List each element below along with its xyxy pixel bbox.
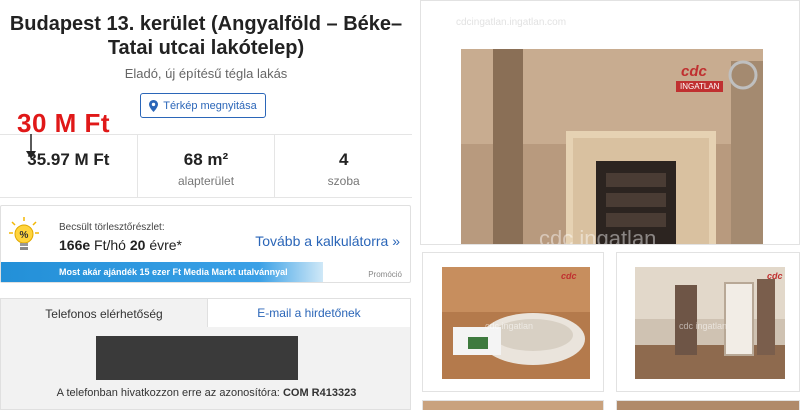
- area-stat: 68 m² alapterület: [138, 135, 276, 197]
- reference-note: A telefonban hivatkozzon erre az azonosí…: [1, 387, 412, 399]
- loan-estimate-value: 166e Ft/hó 20 évre*: [59, 237, 182, 253]
- price-stat: 35.97 M Ft: [0, 135, 138, 197]
- loan-years: 20: [129, 237, 146, 253]
- rooms-stat: 4 szoba: [275, 135, 412, 197]
- contact-tabs: Telefonos elérhetőség E-mail a hirdetőne…: [0, 298, 411, 328]
- promo-banner[interactable]: Most akár ajándék 15 ezer Ft Media Markt…: [1, 262, 323, 282]
- phone-panel: A telefonban hivatkozzon erre az azonosí…: [0, 327, 411, 410]
- price-value: 35.97 M Ft: [27, 150, 110, 169]
- annotation-arrow-icon: [26, 134, 36, 159]
- area-label: alapterület: [177, 174, 235, 188]
- map-pin-icon: [149, 99, 159, 112]
- thumb1-logo-cdc: cdc: [561, 271, 577, 281]
- thumb2-logo-cdc: cdc: [767, 271, 783, 281]
- main-photo-image: [421, 1, 799, 244]
- listing-panel: Budapest 13. kerület (Angyalföld – Béke–…: [0, 0, 412, 410]
- thumbnail-photo-4[interactable]: [616, 400, 800, 410]
- loan-years-suffix: évre*: [149, 237, 182, 253]
- thumbnail-photo-1[interactable]: cdc cdc ingatlan: [422, 252, 604, 392]
- thumb1-watermark: cdc ingatlan: [485, 321, 534, 331]
- reference-note-text: A telefonban hivatkozzon erre az azonosí…: [56, 387, 280, 399]
- thumbnail-photo-2[interactable]: cdc cdc ingatlan: [616, 252, 800, 392]
- rooms-value: 4: [338, 150, 349, 169]
- photo-gallery: cdcingatlan.ingatlan.com cdc INGATLAN cd…: [420, 0, 800, 410]
- main-photo-logo-ingatlan: INGATLAN: [676, 81, 724, 92]
- main-photo-watermark-site: cdcingatlan.ingatlan.com: [456, 17, 567, 28]
- thumbnail-photo-3[interactable]: [422, 400, 604, 410]
- listing-title: Budapest 13. kerület (Angyalföld – Béke–…: [9, 13, 403, 59]
- main-photo-watermark-brand: cdc ingatlan: [539, 226, 657, 245]
- svg-text:%: %: [20, 230, 29, 241]
- thumb2-watermark: cdc ingatlan: [679, 321, 728, 331]
- area-value: 68 m²: [183, 150, 229, 169]
- key-stats: 35.97 M Ft 68 m² alapterület 4 szoba: [0, 134, 412, 198]
- main-photo-logo-cdc: cdc: [681, 63, 707, 80]
- promo-tag: Promóció: [368, 270, 402, 279]
- main-photo[interactable]: cdcingatlan.ingatlan.com cdc INGATLAN cd…: [420, 0, 800, 245]
- open-map-label: Térkép megnyitása: [163, 99, 257, 112]
- reference-id: COM R413323: [282, 387, 357, 399]
- listing-subtitle: Eladó, új építésű tégla lakás: [124, 66, 288, 81]
- open-map-button[interactable]: Térkép megnyitása: [140, 93, 266, 118]
- tab-email[interactable]: E-mail a hirdetőnek: [208, 298, 411, 328]
- lightbulb-icon: %: [9, 217, 39, 250]
- redacted-phone-number: [96, 336, 298, 380]
- tab-phone[interactable]: Telefonos elérhetőség: [0, 298, 208, 328]
- loan-estimate-box: % Becsült törlesztőrészlet: 166e Ft/hó 2…: [0, 205, 411, 283]
- rooms-label: szoba: [327, 174, 360, 188]
- loan-estimate-label: Becsült törlesztőrészlet:: [59, 222, 165, 233]
- calculator-link[interactable]: Tovább a kalkulátorra »: [255, 233, 400, 249]
- loan-unit: Ft/hó: [94, 237, 126, 253]
- loan-amount: 166e: [59, 237, 91, 253]
